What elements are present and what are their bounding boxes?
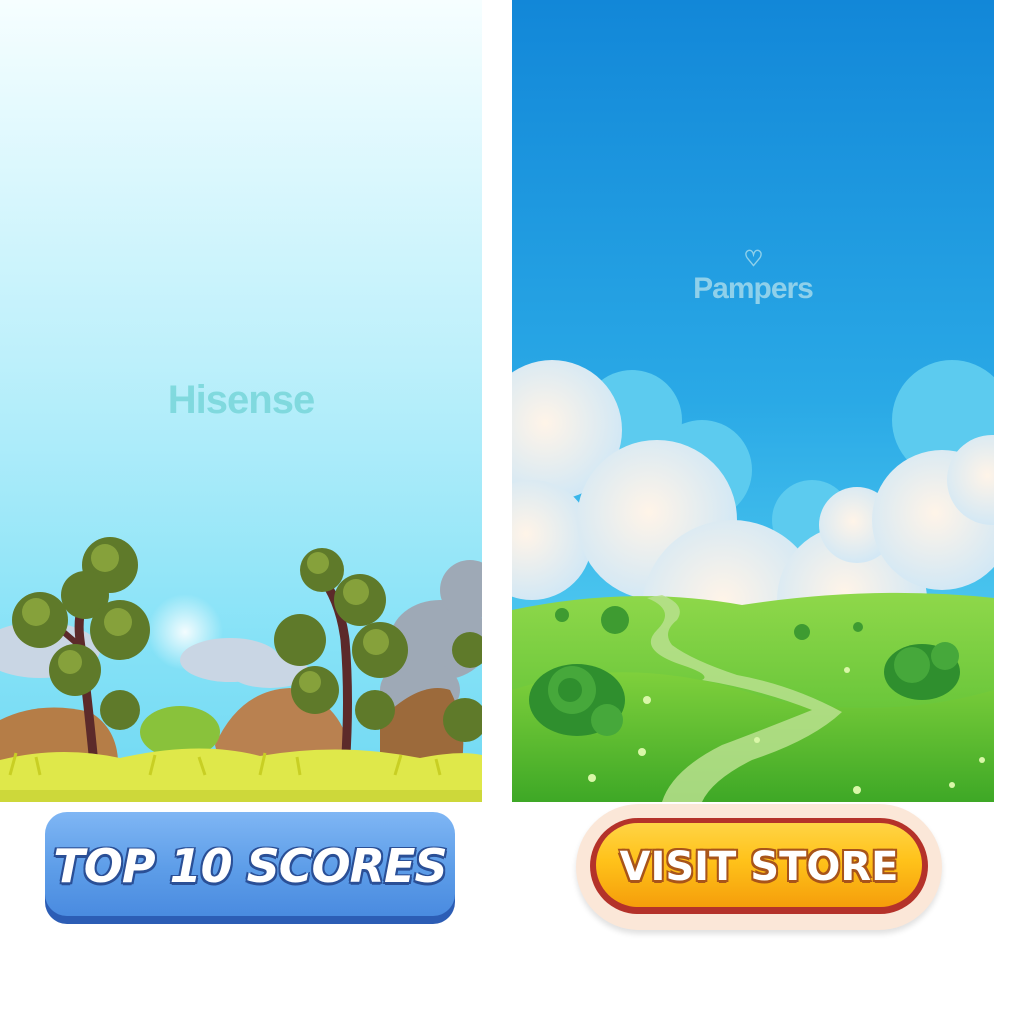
bush-large bbox=[529, 664, 625, 736]
heart-icon: ♡ bbox=[743, 246, 764, 271]
hisense-logo: Hisense bbox=[167, 378, 315, 422]
pampers-logo-text: Pampers bbox=[693, 272, 814, 305]
meadow-background bbox=[512, 0, 994, 802]
pampers-logo: ♡ Pampers bbox=[512, 246, 994, 306]
top-scores-label: TOP 10 SCORES bbox=[53, 839, 447, 893]
game-scene-savanna: Hisense bbox=[0, 0, 482, 802]
top-scores-button[interactable]: TOP 10 SCORES bbox=[45, 812, 455, 924]
visit-store-label: VISIT STORE bbox=[619, 844, 899, 890]
visit-store-button[interactable]: VISIT STORE bbox=[576, 804, 942, 930]
game-scene-meadow: ♡ Pampers bbox=[512, 0, 994, 802]
